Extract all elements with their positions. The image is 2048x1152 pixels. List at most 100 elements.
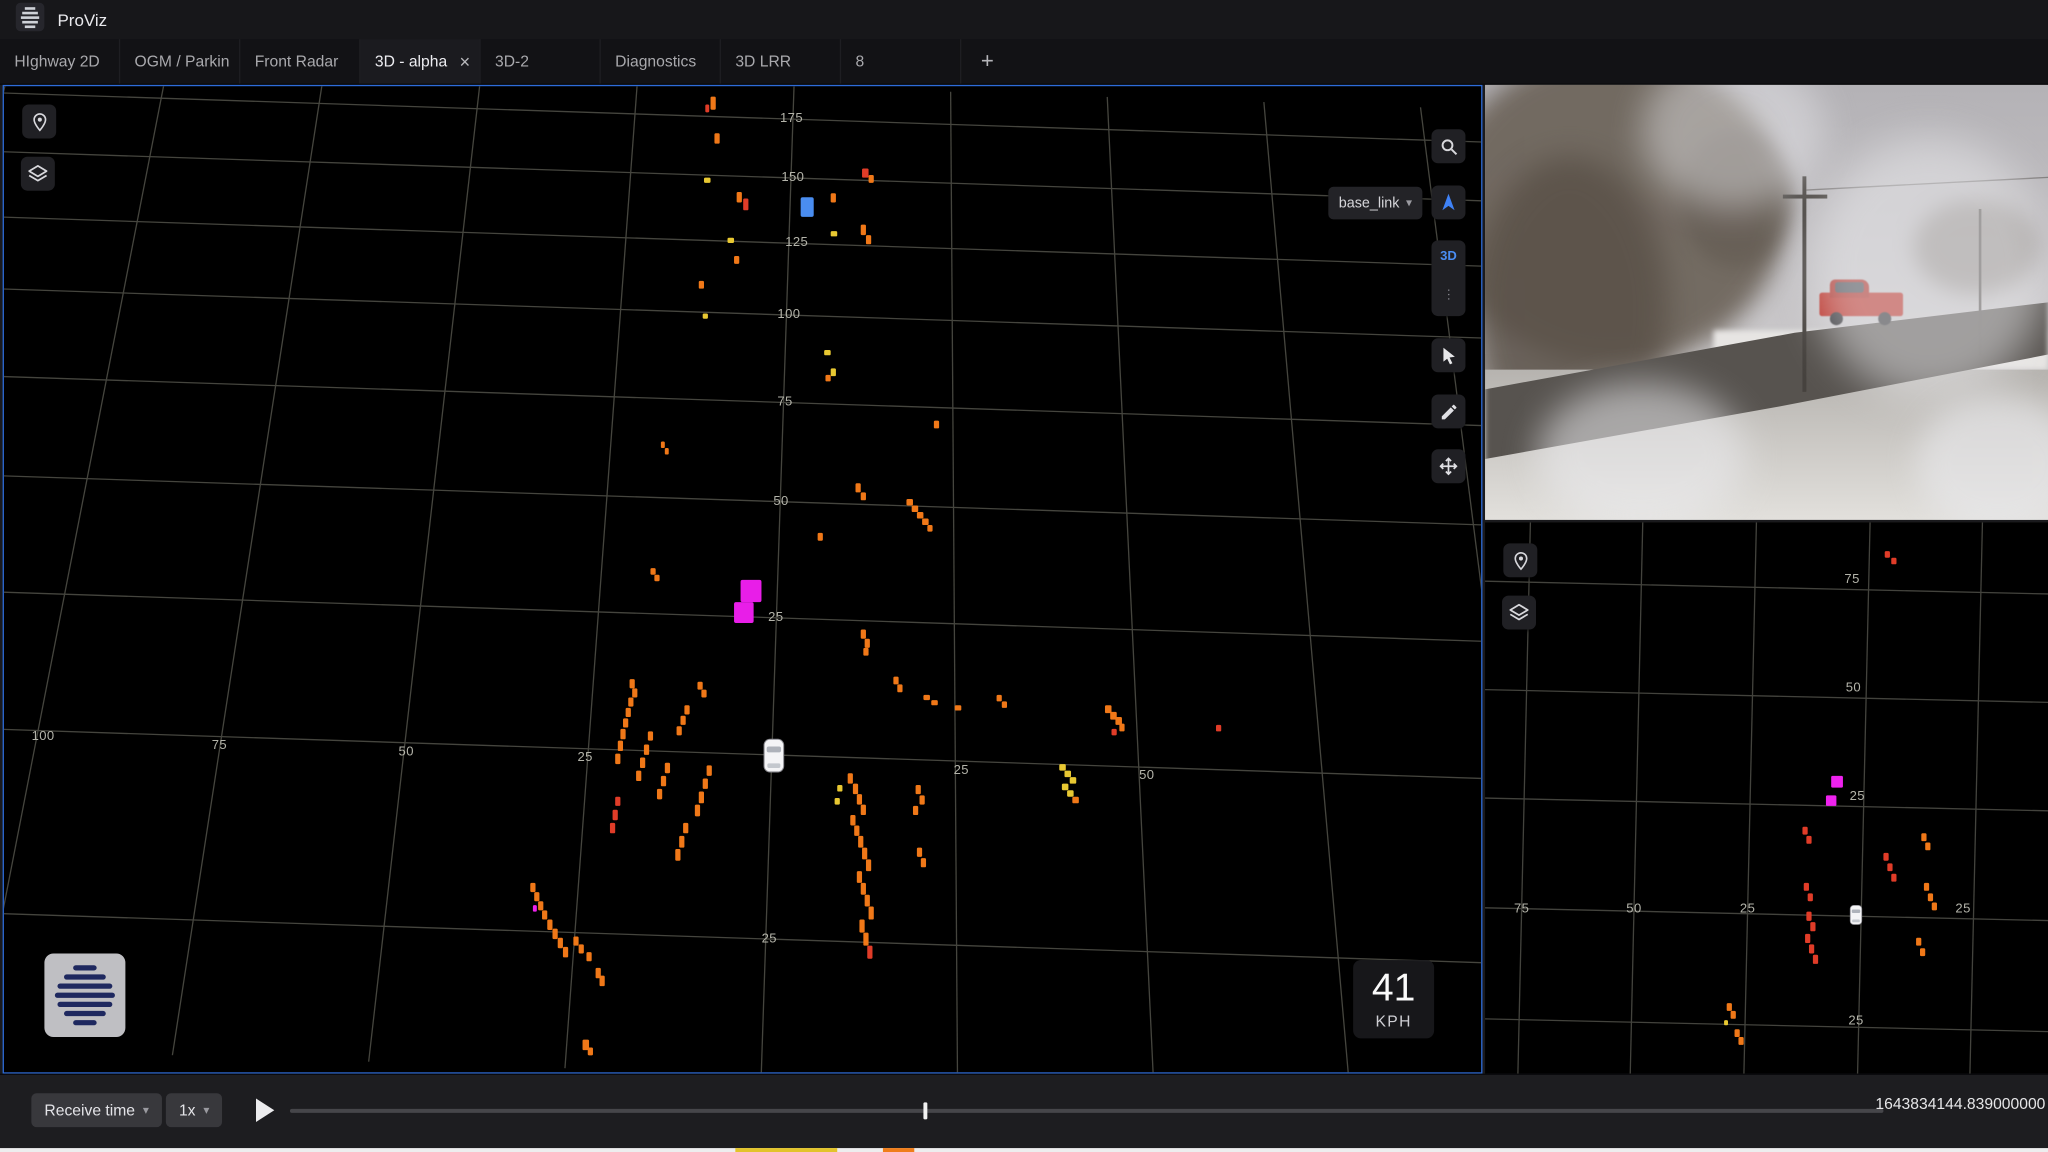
secondary-ego-vehicle-icon: [1849, 904, 1862, 933]
tab-label: 3D LRR: [735, 52, 830, 70]
utility-pole-crossarm: [1783, 195, 1827, 199]
move-arrows-icon: [1438, 456, 1459, 477]
tab-8[interactable]: 8: [841, 39, 961, 83]
tab-ogm-parking[interactable]: OGM / Parking: [120, 39, 240, 83]
location-pin-icon: [1511, 551, 1531, 571]
point-cloud-mark: [1883, 853, 1888, 861]
time-source-label: Receive time: [44, 1101, 135, 1119]
tab-3d-2[interactable]: 3D-2: [481, 39, 601, 83]
app-header: ProViz: [0, 0, 2048, 39]
point-cloud-mark: [1810, 922, 1815, 931]
utility-pole: [1802, 176, 1806, 392]
point-cloud-mark: [1808, 893, 1813, 901]
point-cloud-mark: [1932, 903, 1937, 911]
layers-icon: [1509, 602, 1530, 623]
point-cloud-mark: [1925, 842, 1930, 850]
timeline-cursor[interactable]: [923, 1102, 927, 1119]
search-icon: [1439, 136, 1459, 156]
point-cloud-mark: [1731, 1011, 1736, 1019]
secondary-3d-panel[interactable]: 7550252575502525: [1485, 522, 2048, 1073]
tab-label: 8: [856, 52, 951, 70]
point-cloud-mark: [1831, 776, 1843, 788]
tab-close-icon[interactable]: ×: [460, 52, 471, 70]
tab-label: 3D-2: [495, 52, 590, 70]
draw-tool-button[interactable]: [1432, 394, 1466, 428]
vertical-more-icon[interactable]: ···: [1427, 288, 1470, 301]
chevron-down-icon: ▾: [203, 1103, 209, 1117]
tab-highway-2d[interactable]: HIghway 2D: [0, 39, 120, 83]
main-detection-boxes: [4, 86, 1481, 1072]
main-3d-panel[interactable]: 175150125100755025251007550252550 base_l…: [3, 85, 1483, 1074]
point-cloud-mark: [1727, 1003, 1732, 1011]
cursor-pointer-icon: [1439, 345, 1459, 365]
point-cloud-mark: [1891, 558, 1896, 565]
camera-panel[interactable]: [1485, 85, 2048, 520]
object-box-magenta-2: [734, 602, 754, 623]
point-cloud-mark: [1806, 836, 1811, 844]
point-cloud-mark: [1724, 1020, 1728, 1025]
chevron-down-icon: ▾: [143, 1103, 149, 1117]
loader-bar: [0, 1148, 2048, 1152]
chevron-down-icon: ▾: [1406, 196, 1412, 210]
tab-strip: HIghway 2D OGM / Parking Front Radar 3D - a…: [0, 39, 961, 83]
object-box-blue: [801, 197, 814, 217]
app-window: ProViz HIghway 2D OGM / Parking Front Rada…: [0, 0, 2048, 1152]
secondary-layers-button[interactable]: [1502, 596, 1536, 630]
point-cloud-mark: [1921, 833, 1926, 841]
tab-3d-lrr[interactable]: 3D LRR: [721, 39, 841, 83]
compass-button[interactable]: [1432, 185, 1466, 219]
frame-selector-dropdown[interactable]: base_link ▾: [1328, 187, 1422, 220]
object-box-magenta-1: [741, 580, 762, 602]
point-cloud-mark: [1735, 1029, 1740, 1037]
point-cloud-mark: [1887, 863, 1892, 871]
brand-watermark-logo: [44, 953, 125, 1037]
tab-label: Front Radar: [255, 52, 350, 70]
point-cloud-mark: [1891, 874, 1896, 882]
layers-icon: [27, 163, 48, 184]
play-icon: [256, 1098, 274, 1122]
pan-tool-button[interactable]: [1432, 449, 1466, 483]
speed-unit: KPH: [1376, 1012, 1412, 1030]
loader-segment: [883, 1148, 914, 1152]
point-cloud-mark: [1806, 912, 1811, 921]
select-tool-button[interactable]: [1432, 338, 1466, 372]
point-cloud-mark: [1928, 893, 1933, 901]
timeline-track[interactable]: [290, 1109, 1883, 1113]
tab-label: HIghway 2D: [14, 52, 109, 70]
north-arrow-icon: [1438, 192, 1459, 213]
toggle-3d-button[interactable]: 3D: [1432, 240, 1466, 273]
point-cloud-mark: [1924, 883, 1929, 891]
frame-selector-value: base_link: [1339, 195, 1400, 211]
app-title: ProViz: [57, 10, 107, 30]
search-button[interactable]: [1432, 129, 1466, 163]
tab-label: 3D - alpha: [375, 52, 456, 70]
time-source-dropdown[interactable]: Receive time ▾: [31, 1093, 161, 1127]
point-cloud-mark: [1826, 795, 1836, 805]
tab-label: OGM / Parking: [135, 52, 230, 70]
point-cloud-mark: [1885, 551, 1890, 558]
ego-vehicle-icon: [763, 738, 785, 780]
play-button[interactable]: [248, 1093, 282, 1127]
tab-front-radar[interactable]: Front Radar: [240, 39, 360, 83]
point-cloud-mark: [1813, 955, 1818, 964]
secondary-follow-position-button[interactable]: [1503, 543, 1537, 577]
speed-value: 41: [1372, 968, 1416, 1007]
secondary-point-cloud: [1485, 522, 2048, 1073]
pencil-icon: [1439, 402, 1459, 422]
tab-diagnostics[interactable]: Diagnostics: [601, 39, 721, 83]
tab-label: Diagnostics: [615, 52, 710, 70]
app-logo-icon: [16, 2, 45, 37]
point-cloud-mark: [1738, 1037, 1743, 1045]
tab-3d-alpha[interactable]: 3D - alpha×: [360, 39, 480, 83]
playback-rate-label: 1x: [179, 1101, 196, 1119]
playback-bar: Receive time ▾ 1x ▾ 1643834144.839000000: [0, 1074, 2048, 1148]
tab-bar: HIghway 2D OGM / Parking Front Radar 3D - a…: [0, 39, 2048, 85]
follow-position-button[interactable]: [22, 104, 56, 138]
layers-button[interactable]: [21, 157, 55, 191]
point-cloud-mark: [1916, 938, 1921, 946]
add-tab-button[interactable]: +: [961, 39, 1013, 83]
point-cloud-mark: [1809, 944, 1814, 953]
playback-rate-dropdown[interactable]: 1x ▾: [166, 1093, 222, 1127]
camera-mode-group: 3D ···: [1432, 240, 1466, 316]
snow-smudge: [1537, 383, 1746, 520]
